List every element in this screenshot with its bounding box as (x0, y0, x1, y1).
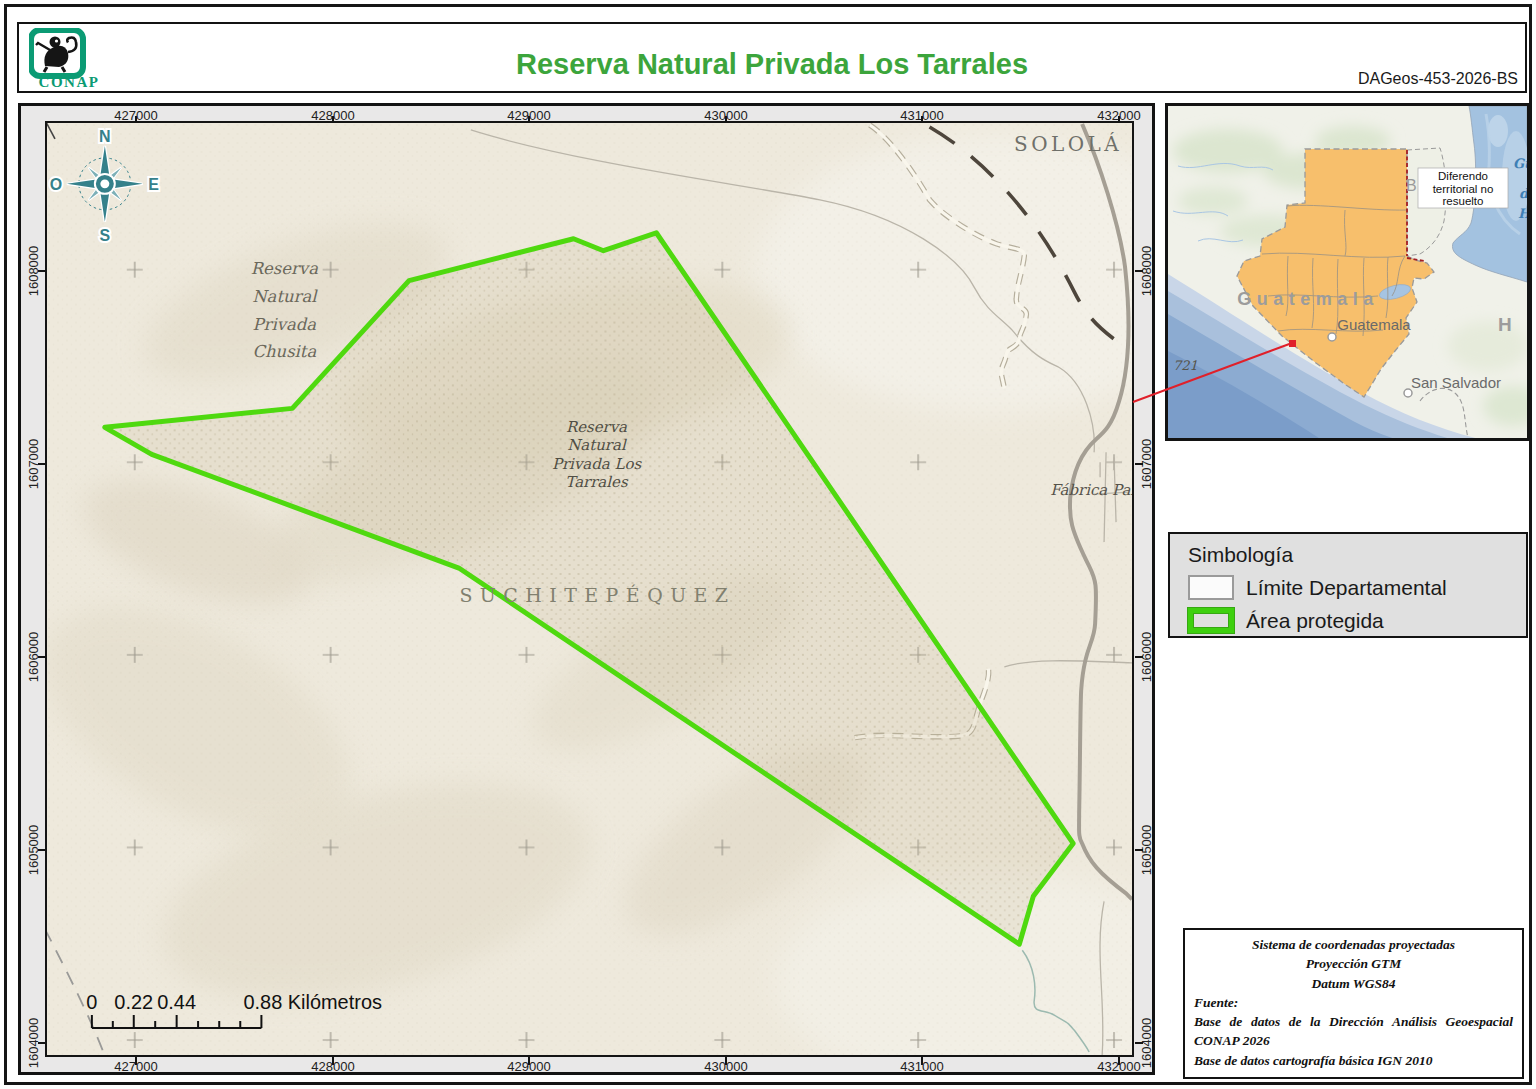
label-tarrales: Reserva (566, 418, 627, 436)
document-id: DAGeos-453-2026-BS (1358, 70, 1518, 88)
inset-map[interactable]: B Diferendo territorial no resuelto Gu d… (1165, 103, 1530, 441)
protected-area-swatch (1188, 608, 1234, 633)
label-fabrica: Fábrica Parn (1050, 481, 1132, 499)
compass-w: O (50, 176, 62, 193)
label-solola: SOLOLÁ (1014, 132, 1122, 156)
svg-text:Gu: Gu (1513, 156, 1527, 171)
legend: Simbología Límite Departamental Área pro… (1168, 532, 1528, 638)
inset-road-number: 721 (1173, 358, 1198, 373)
scale-022: 0.22 (114, 991, 153, 1013)
inset-honduras-label: H o (1498, 314, 1527, 335)
departmental-limit-swatch (1188, 575, 1234, 600)
inset-belize-label: B (1406, 177, 1417, 194)
info-fuente: Fuente: (1194, 993, 1513, 1012)
inset-dispute-callout: Diferendo territorial no resuelto (1418, 168, 1508, 208)
inset-city2-label: San Salvador (1411, 374, 1501, 391)
compass-n: N (99, 128, 111, 145)
svg-text:Privada: Privada (253, 315, 317, 334)
info-source3: Base de datos cartografía básica IGN 201… (1194, 1051, 1513, 1070)
svg-text:Chusita: Chusita (252, 342, 316, 361)
header-box: CONAP Reserva Natural Privada Los Tarral… (17, 22, 1527, 93)
compass-s: S (100, 227, 111, 244)
info-line: Datum WGS84 (1194, 974, 1513, 993)
svg-text:d: d (1519, 186, 1527, 201)
scale-0: 0 (86, 991, 97, 1013)
map-frame: 427000 428000 429000 430000 431000 43200… (18, 103, 1155, 1075)
inset-city-label: Guatemala (1337, 316, 1411, 333)
svg-text:resuelto: resuelto (1443, 195, 1484, 207)
svg-text:Hond: Hond (1518, 206, 1527, 221)
page-title: Reserva Natural Privada Los Tarrales (19, 48, 1525, 81)
compass-e: E (148, 176, 159, 193)
map-canvas[interactable]: Reserva Natural Privada Chusita Reserva … (45, 121, 1134, 1057)
info-source1: Base de datos de la Dirección Análisis G… (1194, 1012, 1513, 1031)
inset-country-label: Guatemala (1237, 289, 1379, 309)
svg-text:Diferendo: Diferendo (1438, 170, 1488, 182)
svg-text:Privada Los: Privada Los (552, 455, 642, 473)
label-suchitepequez: SUCHITEPÉQUEZ (459, 584, 735, 606)
projection-info-box: Sistema de coordenadas proyectadas Proye… (1183, 928, 1524, 1079)
info-line: Proyección GTM (1194, 954, 1513, 973)
info-source2: CONAP 2026 (1194, 1031, 1513, 1050)
label-chusita: Reserva (251, 259, 318, 278)
legend-title: Simbología (1188, 543, 1293, 567)
info-line: Sistema de coordenadas proyectadas (1194, 935, 1513, 954)
scale-088: 0.88 Kilómetros (243, 991, 382, 1013)
inset-city-dot (1328, 333, 1336, 341)
svg-text:territorial no: territorial no (1433, 183, 1494, 195)
svg-text:Natural: Natural (252, 287, 318, 306)
scale-044: 0.44 (157, 991, 196, 1013)
svg-text:Tarrales: Tarrales (565, 473, 629, 491)
svg-text:Natural: Natural (567, 436, 627, 454)
